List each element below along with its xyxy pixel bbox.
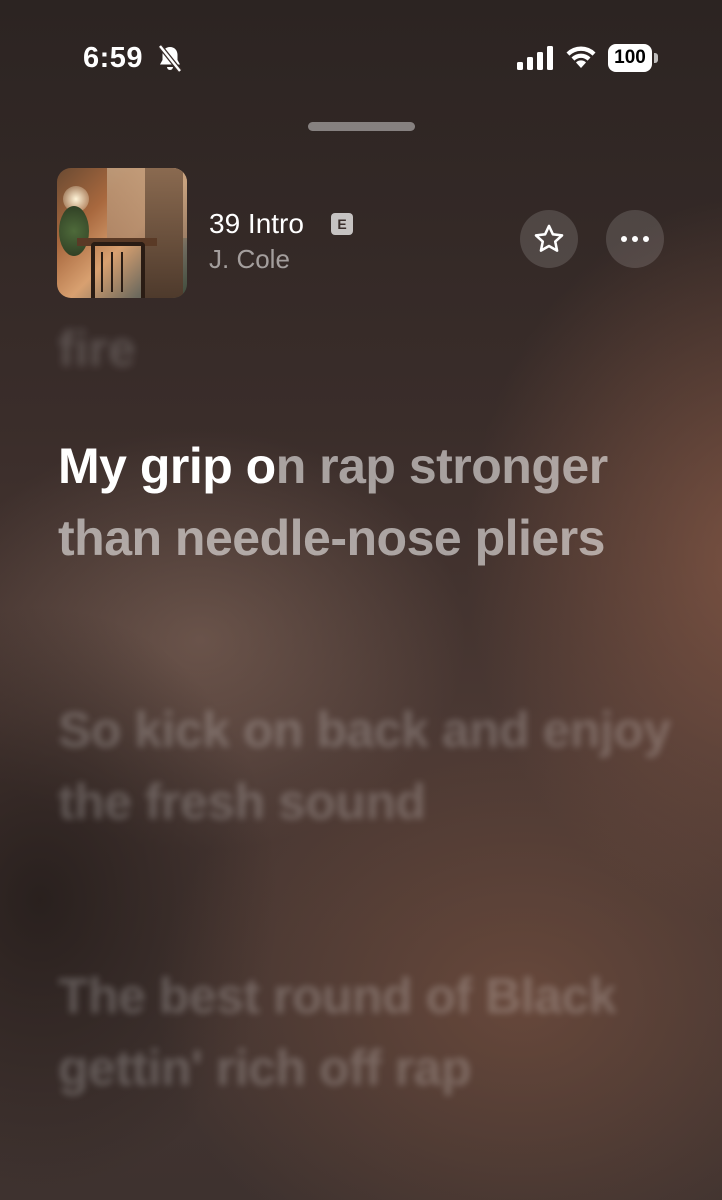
status-time: 6:59 [83, 42, 144, 74]
favorite-button[interactable] [520, 210, 578, 268]
lyric-sung-portion: My grip o [58, 438, 276, 494]
album-artwork[interactable] [57, 168, 187, 298]
lyric-line-next[interactable]: The best round of Black gettin' rich off… [58, 960, 678, 1104]
wifi-icon [566, 46, 596, 68]
status-bar: 6:59 100 [0, 0, 722, 110]
explicit-badge: E [331, 213, 353, 235]
artist-name[interactable]: J. Cole [209, 244, 290, 275]
song-title[interactable]: 39 Intro [209, 208, 304, 240]
star-icon [534, 224, 564, 252]
sheet-grabber-handle[interactable] [308, 122, 415, 131]
battery-icon: 100 [608, 44, 658, 72]
bell-slash-icon [158, 44, 182, 73]
cellular-signal-icon [517, 46, 553, 70]
more-options-button[interactable] [606, 210, 664, 268]
lyric-line-next[interactable]: So kick on back and enjoy the fresh soun… [58, 694, 678, 838]
more-icon [621, 236, 649, 242]
lyric-line-current[interactable]: My grip on rap stronger than needle-nose… [58, 430, 678, 574]
battery-level: 100 [608, 44, 652, 72]
lyric-line-previous[interactable]: fire [58, 320, 136, 378]
